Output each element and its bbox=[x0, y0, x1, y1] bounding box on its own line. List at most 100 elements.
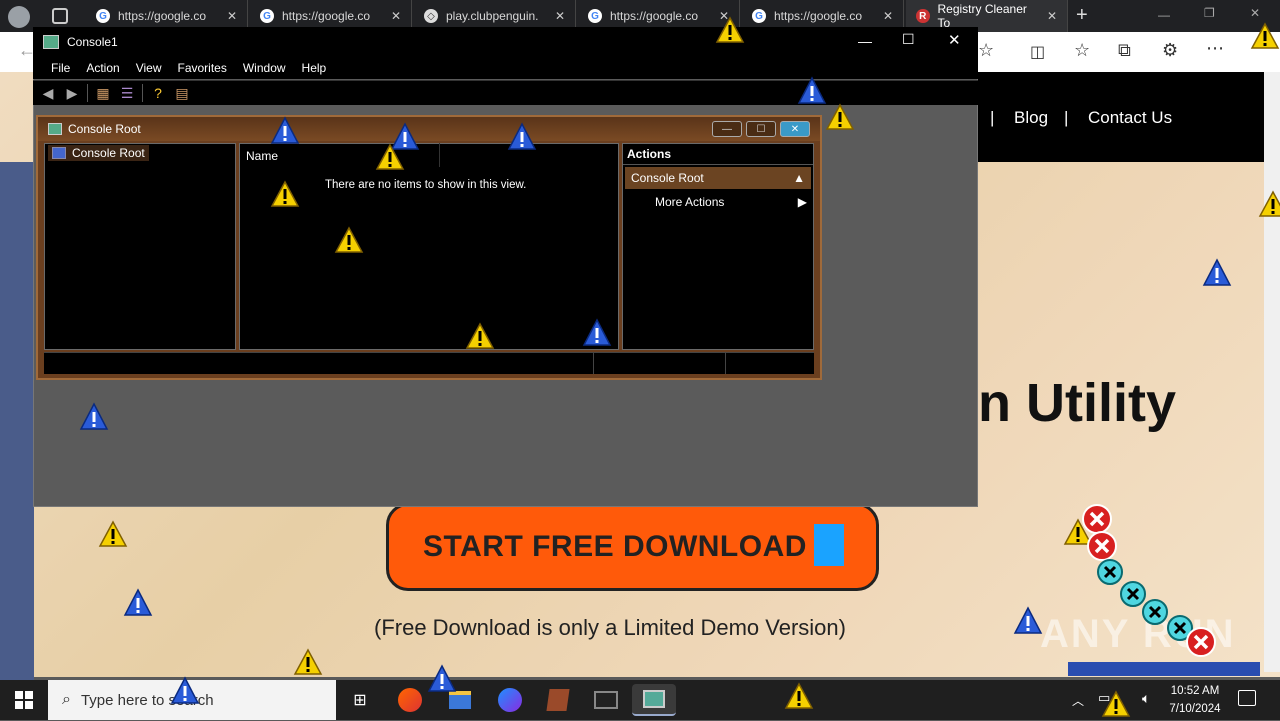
google-icon: G bbox=[96, 9, 110, 23]
close-tab-icon[interactable]: ✕ bbox=[227, 9, 237, 23]
inner-close-button[interactable]: ✕ bbox=[780, 121, 810, 137]
menu-window[interactable]: Window bbox=[235, 61, 294, 75]
warning-icon bbox=[715, 16, 745, 44]
profile-avatar[interactable] bbox=[8, 6, 30, 28]
console-menubar: File Action View Favorites Window Help bbox=[33, 57, 978, 79]
console-close-button[interactable]: ✕ bbox=[948, 31, 961, 49]
start-free-download-button[interactable]: START FREE DOWNLOAD bbox=[386, 503, 879, 591]
menu-help[interactable]: Help bbox=[294, 61, 335, 75]
warning-icon bbox=[784, 682, 814, 710]
actions-console-root[interactable]: Console Root ▲ bbox=[625, 167, 811, 189]
google-icon: G bbox=[260, 9, 274, 23]
monitor-taskbar-icon[interactable] bbox=[584, 684, 628, 716]
nav-divider: | bbox=[1064, 108, 1069, 127]
windows-logo-icon bbox=[15, 691, 33, 709]
warning-icon bbox=[465, 322, 495, 350]
text-cursor-highlight bbox=[814, 524, 844, 566]
close-tab-icon[interactable]: ✕ bbox=[1047, 9, 1057, 23]
console-root-titlebar[interactable]: Console Root bbox=[38, 117, 820, 141]
favorite-star-icon[interactable]: ☆ bbox=[978, 40, 994, 61]
error-icon bbox=[1185, 626, 1217, 658]
console-minimize-button[interactable]: — bbox=[858, 33, 872, 49]
nav-link-blog[interactable]: Blog bbox=[1014, 108, 1048, 128]
warning-icon bbox=[825, 103, 855, 131]
inner-restore-button[interactable]: ☐ bbox=[746, 121, 776, 137]
firefox-taskbar-icon[interactable] bbox=[488, 684, 532, 716]
demo-version-note: (Free Download is only a Limited Demo Ve… bbox=[374, 615, 846, 640]
warning-icon bbox=[334, 226, 364, 254]
close-tab-icon[interactable]: ✕ bbox=[883, 9, 893, 23]
close-browser-icon[interactable]: ✕ bbox=[1250, 6, 1260, 20]
warning-icon bbox=[98, 520, 128, 548]
info-alert-icon bbox=[582, 318, 612, 348]
menu-file[interactable]: File bbox=[43, 61, 78, 75]
forward-arrow-icon[interactable]: ▶ bbox=[63, 84, 81, 102]
info-alert-icon bbox=[797, 76, 827, 106]
actions-header: Actions bbox=[623, 143, 813, 165]
volume-icon[interactable]: 🔈︎ bbox=[1142, 690, 1150, 707]
console-titlebar[interactable]: Console1 bbox=[33, 27, 978, 57]
favorites-icon[interactable]: ☆ bbox=[1074, 40, 1090, 61]
page-scrollbar[interactable] bbox=[1264, 72, 1280, 672]
taskbar-clock[interactable]: 10:52 AM 7/10/2024 bbox=[1160, 682, 1230, 718]
new-tab-button[interactable]: + bbox=[1076, 4, 1088, 27]
info-alert-icon bbox=[270, 116, 300, 146]
google-icon: G bbox=[752, 9, 766, 23]
show-hide-tree-icon[interactable]: ▦ bbox=[94, 84, 112, 102]
page-left-strip bbox=[0, 162, 34, 680]
inner-minimize-button[interactable]: — bbox=[712, 121, 742, 137]
back-arrow-icon[interactable]: ◀ bbox=[39, 84, 57, 102]
menu-view[interactable]: View bbox=[128, 61, 170, 75]
site-favicon-icon: R bbox=[916, 9, 930, 23]
app-taskbar-icon[interactable] bbox=[536, 684, 580, 716]
toolbar-separator bbox=[87, 84, 88, 102]
task-view-icon[interactable]: ⊞ bbox=[338, 684, 382, 716]
collapse-caret-icon[interactable]: ▲ bbox=[793, 171, 805, 185]
console-app-icon bbox=[43, 35, 59, 49]
warning-icon bbox=[1250, 22, 1280, 50]
results-pane[interactable] bbox=[239, 143, 619, 350]
start-button[interactable] bbox=[0, 680, 48, 720]
more-menu-icon[interactable]: ⋯ bbox=[1206, 38, 1224, 59]
toolbar-separator bbox=[142, 84, 143, 102]
menu-favorites[interactable]: Favorites bbox=[170, 61, 235, 75]
tree-node-console-root[interactable]: Console Root bbox=[48, 145, 149, 161]
console-status-bar bbox=[44, 352, 814, 374]
footer-bar bbox=[1068, 662, 1260, 676]
info-alert-icon bbox=[427, 664, 457, 694]
nav-divider: | bbox=[990, 108, 995, 127]
menu-action[interactable]: Action bbox=[78, 61, 127, 75]
page-headline: n Utility bbox=[978, 373, 1176, 433]
info-alert-icon bbox=[123, 588, 153, 618]
console-maximize-button[interactable]: ☐ bbox=[902, 31, 915, 48]
help-icon[interactable]: ? bbox=[149, 84, 167, 102]
console-root-icon bbox=[48, 123, 62, 135]
close-tab-icon[interactable]: ✕ bbox=[555, 9, 565, 23]
info-alert-icon bbox=[507, 122, 537, 152]
export-list-icon[interactable]: ☰ bbox=[118, 84, 136, 102]
collections-icon[interactable]: ⧉ bbox=[1118, 40, 1131, 61]
extensions-icon[interactable]: ⚙ bbox=[1162, 40, 1178, 61]
show-hidden-icons-icon[interactable]: ︿ bbox=[1072, 692, 1084, 709]
warning-icon bbox=[270, 180, 300, 208]
warning-icon bbox=[1101, 690, 1131, 718]
warning-icon bbox=[1258, 190, 1280, 218]
minimize-browser-icon[interactable]: — bbox=[1158, 8, 1170, 22]
info-alert-icon bbox=[79, 402, 109, 432]
more-actions-item[interactable]: More Actions ▶ bbox=[655, 195, 807, 209]
restore-browser-icon[interactable]: ❐ bbox=[1204, 6, 1215, 20]
notification-center-icon[interactable] bbox=[1238, 690, 1256, 706]
warning-icon bbox=[293, 648, 323, 676]
tree-pane[interactable] bbox=[44, 143, 236, 350]
submenu-arrow-icon: ▶ bbox=[797, 195, 807, 209]
console-title: Console1 bbox=[67, 35, 118, 49]
error-icon bbox=[1141, 598, 1169, 626]
nav-link-contact[interactable]: Contact Us bbox=[1088, 108, 1172, 128]
edge-taskbar-icon[interactable] bbox=[388, 684, 432, 716]
split-screen-icon[interactable]: ◫ bbox=[1030, 42, 1045, 62]
mmc-console-taskbar-icon[interactable] bbox=[632, 684, 676, 716]
show-hide-action-pane-icon[interactable]: ▤ bbox=[173, 84, 191, 102]
close-tab-icon[interactable]: ✕ bbox=[391, 9, 401, 23]
tab-actions-icon[interactable] bbox=[52, 8, 68, 24]
warning-icon bbox=[375, 143, 405, 171]
